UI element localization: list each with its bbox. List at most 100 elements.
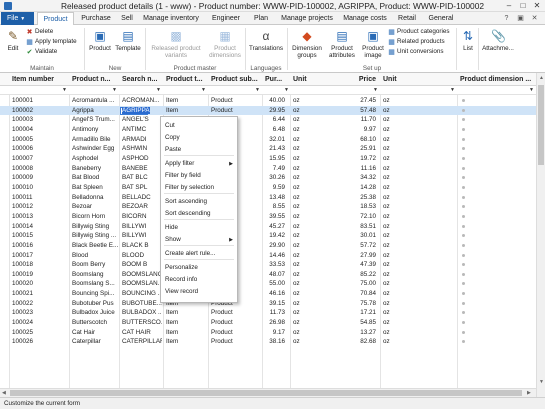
product-name-cell[interactable]: Antimony (70, 125, 118, 135)
table-row[interactable]: 100004AntimonyANTIMCt6.48oz9.97oz (0, 125, 545, 135)
menu-item-filter-by-field[interactable]: Filter by field (161, 170, 237, 182)
scrollbar-thumb[interactable] (10, 390, 522, 396)
table-row[interactable]: 100003Angel'S Trum...ANGEL'St6.44oz11.70… (0, 115, 545, 125)
purchase-price-cell[interactable]: 39.15 (263, 299, 288, 309)
tab-general[interactable]: General (425, 12, 457, 25)
tab-manage-inventory[interactable]: Manage inventory (139, 12, 203, 25)
product-name-cell[interactable]: Armadillo Bile (70, 135, 118, 145)
table-row[interactable]: 100013Bicorn HornBICORNt39.55oz72.10oz (0, 212, 545, 222)
menu-item-view-record[interactable]: View record (161, 286, 237, 298)
unit-cell[interactable]: oz (381, 193, 451, 203)
unit-cell[interactable]: oz (381, 202, 451, 212)
unit-cell[interactable]: oz (381, 260, 451, 270)
unit-cell[interactable]: oz (381, 183, 451, 193)
item-number-cell[interactable]: 100011 (10, 193, 68, 203)
price-cell[interactable]: 47.39 (331, 260, 379, 270)
purchase-price-cell[interactable]: 8.55 (263, 202, 288, 212)
product-type-cell[interactable]: Item (164, 337, 207, 347)
product-subtype-cell[interactable]: Product (209, 328, 261, 338)
item-number-cell[interactable]: 100013 (10, 212, 68, 222)
purchase-unit-cell[interactable]: oz (291, 212, 331, 222)
column-header[interactable]: Pur... (263, 73, 289, 86)
purchase-unit-cell[interactable]: oz (291, 193, 331, 203)
unit-cell[interactable]: oz (381, 337, 451, 347)
table-row[interactable]: 100017BloodBLOODt14.46oz27.99oz (0, 251, 545, 261)
close-icon[interactable]: ✕ (530, 1, 544, 11)
unit-cell[interactable]: oz (381, 279, 451, 289)
product-subtype-cell[interactable]: Product (209, 337, 261, 347)
dimension-groups-button[interactable]: ◆ Dimension groups (289, 29, 325, 59)
help-icon[interactable]: ? (502, 14, 511, 23)
validate-button[interactable]: ✔ Validate (26, 48, 58, 56)
purchase-unit-cell[interactable]: oz (291, 96, 331, 106)
price-cell[interactable]: 30.01 (331, 231, 379, 241)
product-name-cell[interactable]: Black Beetle E... (70, 241, 118, 251)
product-name-cell[interactable]: Bulbadox Juice (70, 308, 118, 318)
price-cell[interactable]: 13.27 (331, 328, 379, 338)
purchase-price-cell[interactable]: 11.73 (263, 308, 288, 318)
purchase-unit-cell[interactable]: oz (291, 289, 331, 299)
filter-dropdown-icon[interactable]: ▼ (255, 87, 260, 93)
unit-cell[interactable]: oz (381, 318, 451, 328)
price-cell[interactable]: 72.10 (331, 212, 379, 222)
price-cell[interactable]: 11.16 (331, 164, 379, 174)
purchase-price-cell[interactable]: 39.55 (263, 212, 288, 222)
purchase-price-cell[interactable]: 6.48 (263, 125, 288, 135)
product-name-cell[interactable]: Billywig Sting ... (70, 231, 118, 241)
purchase-price-cell[interactable]: 19.42 (263, 231, 288, 241)
apply-template-button[interactable]: ▦ Apply template (26, 38, 76, 46)
product-type-cell[interactable]: Item (164, 308, 207, 318)
product-name-cell[interactable]: Boomslang S... (70, 279, 118, 289)
table-row[interactable]: 100012BezoarBEZOARt8.55oz18.53oz (0, 202, 545, 212)
price-cell[interactable]: 57.72 (331, 241, 379, 251)
price-cell[interactable]: 34.32 (331, 173, 379, 183)
delete-button[interactable]: ✖ Delete (26, 28, 54, 36)
purchase-price-cell[interactable]: 32.01 (263, 135, 288, 145)
table-row[interactable]: 100015Billywig Sting ...BILLYWIt19.42oz3… (0, 231, 545, 241)
unit-cell[interactable]: oz (381, 173, 451, 183)
search-name-cell[interactable]: BOOMSLANG (120, 270, 162, 280)
product-name-cell[interactable]: Ashwinder Egg (70, 144, 118, 154)
column-header[interactable]: Product sub... (209, 73, 261, 86)
search-name-cell[interactable]: CAT HAIR (120, 328, 162, 338)
restore-icon[interactable]: ▣ (516, 14, 525, 23)
purchase-price-cell[interactable]: 40.00 (263, 96, 288, 106)
product-name-cell[interactable]: Caterpillar (70, 337, 118, 347)
tab-plan[interactable]: Plan (249, 12, 273, 25)
purchase-price-cell[interactable]: 6.44 (263, 115, 288, 125)
product-name-cell[interactable]: Boom Berry (70, 260, 118, 270)
product-type-cell[interactable]: Item (164, 328, 207, 338)
item-number-cell[interactable]: 100004 (10, 125, 68, 135)
unit-cell[interactable]: oz (381, 251, 451, 261)
search-name-cell[interactable]: BUTTERSCO... (120, 318, 162, 328)
menu-item-personalize[interactable]: Personalize (161, 262, 237, 274)
search-name-cell[interactable]: BAT SPL (120, 183, 162, 193)
price-cell[interactable]: 75.78 (331, 299, 379, 309)
purchase-unit-cell[interactable]: oz (291, 299, 331, 309)
maximize-icon[interactable]: □ (516, 1, 530, 11)
item-number-cell[interactable]: 100015 (10, 231, 68, 241)
purchase-price-cell[interactable]: 15.95 (263, 154, 288, 164)
product-name-cell[interactable]: Bezoar (70, 202, 118, 212)
menu-item-cut[interactable]: Cut (161, 120, 237, 132)
product-type-cell[interactable]: Item (164, 106, 207, 116)
purchase-unit-cell[interactable]: oz (291, 279, 331, 289)
purchase-unit-cell[interactable]: oz (291, 231, 331, 241)
column-header[interactable]: Unit (291, 73, 331, 86)
product-subtype-cell[interactable]: Product (209, 308, 261, 318)
menu-item-apply-filter[interactable]: Apply filter ▶ (161, 158, 237, 170)
purchase-price-cell[interactable]: 7.49 (263, 164, 288, 174)
unit-cell[interactable]: oz (381, 222, 451, 232)
purchase-unit-cell[interactable]: oz (291, 144, 331, 154)
product-type-cell[interactable]: Item (164, 318, 207, 328)
purchase-price-cell[interactable]: 26.98 (263, 318, 288, 328)
item-number-cell[interactable]: 100012 (10, 202, 68, 212)
released-variants-button[interactable]: ▩ Released product variants (148, 29, 204, 59)
table-row[interactable]: 100016Black Beetle E...BLACK Bt29.90oz57… (0, 241, 545, 251)
unit-cell[interactable]: oz (381, 270, 451, 280)
product-name-cell[interactable]: Butterscotch (70, 318, 118, 328)
inline-edit-box[interactable]: AGRIPPA (120, 106, 150, 115)
product-dimensions-button[interactable]: ▦ Product dimensions (206, 29, 244, 59)
menu-item-sort-ascending[interactable]: Sort ascending (161, 196, 237, 208)
table-row[interactable]: 100023 Bulbadox Juice BULBADOX ... Item Prod… (0, 308, 545, 318)
